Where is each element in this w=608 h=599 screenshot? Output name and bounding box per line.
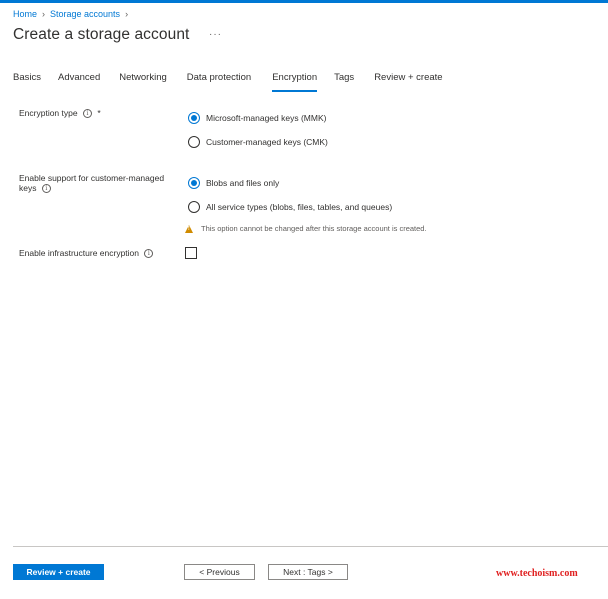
tab-basics[interactable]: Basics [13,72,41,90]
infrastructure-encryption-label: Enable infrastructure encryption [19,248,140,258]
breadcrumb-storage-accounts[interactable]: Storage accounts [50,9,120,19]
cmk-support-label-row: Enable support for customer-managed keys… [19,173,174,194]
chevron-right-icon: › [42,9,46,19]
watermark: www.techoism.com [496,568,578,579]
breadcrumb-home[interactable]: Home [13,9,37,19]
tab-advanced[interactable]: Advanced [58,72,100,90]
radio-button[interactable] [188,136,200,148]
review-create-button[interactable]: Review + create [13,564,104,580]
footer-divider [13,546,608,547]
warning-text: This option cannot be changed after this… [201,224,427,233]
encryption-type-label: Encryption type [19,108,78,118]
radio-label: Microsoft-managed keys (MMK) [206,113,327,123]
top-accent-strip [0,0,608,3]
radio-label: Customer-managed keys (CMK) [206,137,328,147]
radio-all-service-types[interactable]: All service types (blobs, files, tables,… [188,201,392,213]
tab-bar: Basics Advanced Networking Data protecti… [13,72,443,92]
info-icon[interactable]: i [144,249,154,259]
radio-button-checked[interactable] [188,177,200,189]
radio-blobs-files-only[interactable]: Blobs and files only [188,177,279,189]
tab-data-protection[interactable]: Data protection [187,72,251,90]
infrastructure-encryption-label-row: Enable infrastructure encryption i [19,248,154,259]
infrastructure-encryption-checkbox[interactable] [185,247,197,259]
more-options-icon[interactable]: ··· [209,29,222,40]
chevron-right-icon: › [125,9,129,19]
tab-encryption[interactable]: Encryption [272,72,317,92]
info-icon[interactable]: i [41,184,51,194]
warning-message: ! This option cannot be changed after th… [185,224,427,233]
breadcrumb: Home › Storage accounts › [13,9,128,19]
required-marker: * [97,108,101,118]
encryption-type-label-row: Encryption type i * [19,108,101,119]
tab-review-create[interactable]: Review + create [374,72,442,90]
previous-button[interactable]: < Previous [184,564,255,580]
tab-networking[interactable]: Networking [119,72,167,90]
radio-microsoft-managed-keys[interactable]: Microsoft-managed keys (MMK) [188,112,326,124]
next-tags-button[interactable]: Next : Tags > [268,564,348,580]
info-icon[interactable]: i [82,109,92,119]
radio-button-checked[interactable] [188,112,200,124]
warning-icon: ! [185,224,193,233]
tab-tags[interactable]: Tags [334,72,354,90]
radio-button[interactable] [188,201,200,213]
radio-label: Blobs and files only [206,178,280,188]
page-title: Create a storage account [13,26,190,43]
radio-label: All service types (blobs, files, tables,… [206,202,393,212]
radio-customer-managed-keys[interactable]: Customer-managed keys (CMK) [188,136,328,148]
cmk-support-label: Enable support for customer-managed keys [19,173,165,193]
